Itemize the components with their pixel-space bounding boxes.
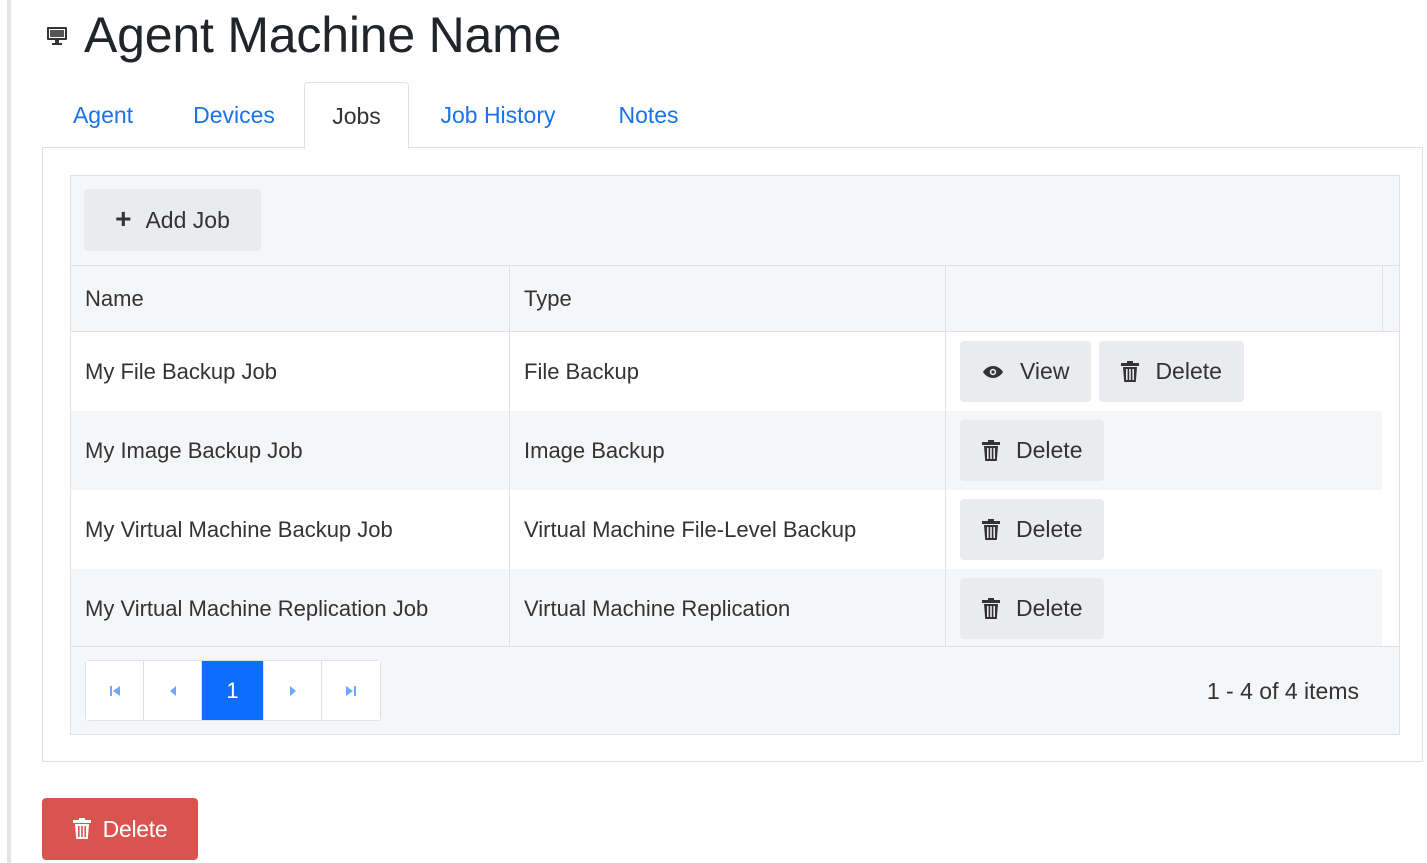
trash-icon [982, 439, 1000, 461]
table-row: My Virtual Machine Replication Job Virtu… [71, 569, 1382, 648]
delete-label: Delete [1016, 595, 1083, 621]
last-page-icon [346, 685, 356, 696]
first-page-button[interactable] [86, 661, 144, 720]
pager-info: 1 - 4 of 4 items [1206, 677, 1359, 704]
next-page-button[interactable] [264, 661, 322, 720]
left-border [0, 0, 11, 863]
job-type-cell: Virtual Machine Replication [510, 569, 946, 648]
job-name-cell: My Image Backup Job [71, 411, 510, 490]
next-page-icon [289, 685, 296, 696]
delete-label: Delete [1155, 358, 1222, 384]
view-button[interactable]: View [960, 341, 1092, 402]
eye-icon [983, 365, 1003, 378]
last-page-button[interactable] [322, 661, 380, 720]
pager-buttons: 1 [85, 660, 381, 721]
trash-icon [982, 597, 1000, 619]
delete-button[interactable]: Delete [960, 578, 1105, 639]
jobs-grid: + Add Job Name Type My File Backup Job F… [70, 175, 1400, 735]
previous-page-icon [169, 685, 176, 696]
trash-icon [1121, 360, 1140, 382]
plus-icon: + [115, 202, 132, 234]
tab-strip: Agent Devices Jobs Job History Notes [42, 82, 710, 149]
delete-button[interactable]: Delete [960, 420, 1105, 481]
delete-label: Delete [1016, 516, 1083, 542]
job-name-cell: My Virtual Machine Backup Job [71, 490, 510, 569]
grid-header: Name Type [71, 266, 1399, 332]
page-title: Agent Machine Name [84, 7, 562, 63]
trash-icon [72, 818, 91, 839]
jobs-tab-panel: + Add Job Name Type My File Backup Job F… [42, 147, 1423, 762]
tab-notes[interactable]: Notes [587, 82, 710, 148]
page-1-button[interactable]: 1 [202, 661, 264, 720]
add-job-button[interactable]: + Add Job [84, 189, 261, 251]
job-actions-cell: Delete [946, 411, 1382, 490]
job-type-cell: Virtual Machine File-Level Backup [510, 490, 946, 569]
column-header-actions [946, 266, 1383, 331]
tab-jobs[interactable]: Jobs [304, 82, 409, 149]
monitor-icon [46, 26, 72, 48]
job-actions-cell: Delete [946, 569, 1382, 648]
tab-devices[interactable]: Devices [164, 82, 304, 148]
delete-button[interactable]: Delete [960, 499, 1105, 560]
tab-job-history[interactable]: Job History [409, 82, 587, 148]
delete-button[interactable]: Delete [1099, 341, 1244, 402]
job-name-cell: My File Backup Job [71, 332, 510, 411]
table-row: My Virtual Machine Backup Job Virtual Ma… [71, 490, 1382, 569]
delete-agent-label: Delete [102, 815, 168, 842]
trash-icon [982, 518, 1000, 540]
table-row: My Image Backup Job Image Backup Delete [71, 411, 1382, 490]
job-type-cell: File Backup [510, 332, 946, 411]
job-actions-cell: View Delete [946, 332, 1382, 411]
job-actions-cell: Delete [946, 490, 1382, 569]
job-type-cell: Image Backup [510, 411, 946, 490]
table-row: My File Backup Job File Backup View Dele… [71, 332, 1382, 411]
grid-pager: 1 1 - 4 of 4 items [71, 646, 1399, 734]
previous-page-button[interactable] [144, 661, 202, 720]
add-job-label: Add Job [145, 206, 230, 233]
job-name-cell: My Virtual Machine Replication Job [71, 569, 510, 648]
grid-body: My File Backup Job File Backup View Dele… [71, 332, 1382, 648]
column-header-type[interactable]: Type [510, 266, 946, 331]
grid-toolbar: + Add Job [71, 176, 1399, 266]
first-page-icon [109, 685, 120, 696]
column-header-name[interactable]: Name [71, 266, 510, 331]
tab-agent[interactable]: Agent [42, 82, 164, 148]
delete-agent-button[interactable]: Delete [42, 798, 198, 860]
view-label: View [1020, 358, 1070, 384]
page-header: Agent Machine Name [46, 6, 561, 64]
delete-label: Delete [1016, 437, 1083, 463]
